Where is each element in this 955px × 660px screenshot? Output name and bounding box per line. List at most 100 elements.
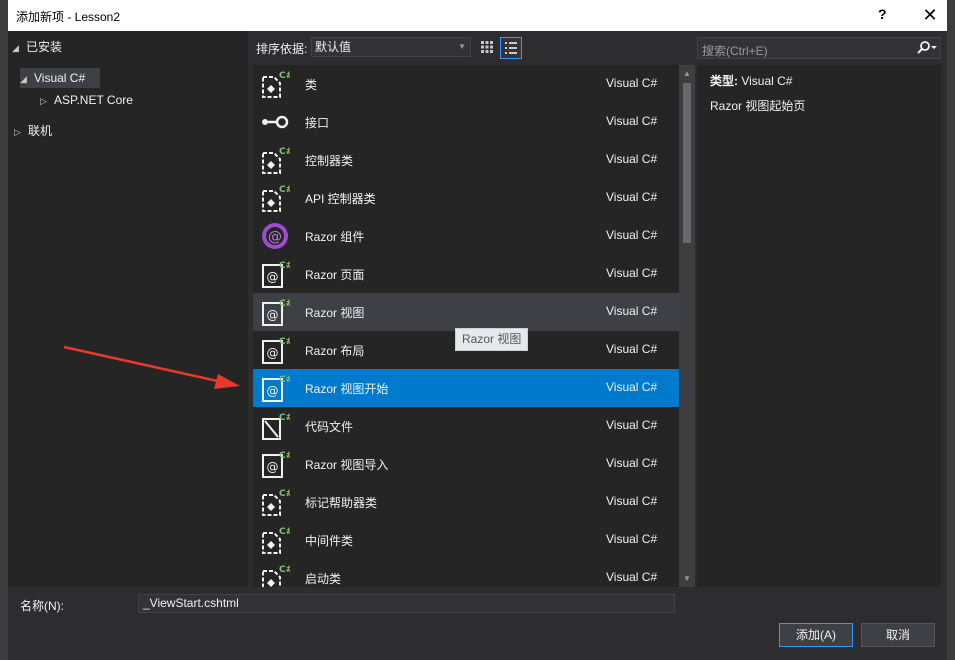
template-item-name: Razor 视图开始 bbox=[305, 382, 389, 396]
cancel-button[interactable]: 取消 bbox=[861, 623, 935, 647]
svg-text:@: @ bbox=[268, 229, 282, 245]
svg-text:@: @ bbox=[267, 270, 279, 284]
template-item-name: Razor 组件 bbox=[305, 230, 365, 244]
razor-page-icon: @C# bbox=[260, 373, 293, 403]
template-item-name: Razor 页面 bbox=[305, 268, 365, 282]
svg-text:@: @ bbox=[267, 308, 279, 322]
scroll-down-icon[interactable]: ▼ bbox=[682, 574, 692, 583]
tree-item-visual-csharp[interactable]: ◢ Visual C# bbox=[20, 68, 100, 88]
help-button[interactable]: ? bbox=[878, 6, 887, 22]
template-item-8[interactable]: @C# Razor 视图开始 Visual C# bbox=[253, 369, 679, 407]
search-box[interactable]: 搜索(Ctrl+E) bbox=[697, 37, 941, 59]
sort-dropdown[interactable]: 默认值 ▼ bbox=[311, 37, 471, 57]
list-scrollbar[interactable]: ▲ ▼ bbox=[679, 65, 695, 587]
grid-icon bbox=[481, 41, 493, 53]
svg-text:C#: C# bbox=[279, 261, 290, 271]
search-icon[interactable] bbox=[916, 39, 940, 57]
class-icon: C# bbox=[260, 145, 293, 175]
scroll-up-icon[interactable]: ▲ bbox=[682, 69, 692, 78]
tree-item-label: ASP.NET Core bbox=[54, 93, 133, 107]
template-item-language: Visual C# bbox=[606, 380, 658, 394]
category-tree: ◢ 已安装 ◢ Visual C# ▷ ASP.NET Core ▷ 联机 bbox=[8, 31, 248, 587]
item-description: Razor 视图起始页 bbox=[710, 99, 806, 113]
class-icon: C# bbox=[260, 525, 293, 555]
list-icon bbox=[505, 42, 517, 54]
template-item-name: 类 bbox=[305, 78, 318, 92]
class-icon: C# bbox=[260, 563, 293, 587]
svg-text:C#: C# bbox=[279, 147, 290, 157]
template-item-1[interactable]: 接口 Visual C# bbox=[253, 103, 679, 141]
tree-item-label: 已安装 bbox=[26, 40, 63, 54]
search-placeholder: 搜索(Ctrl+E) bbox=[702, 44, 768, 58]
template-item-language: Visual C# bbox=[606, 76, 658, 90]
tree-item-label: Visual C# bbox=[34, 71, 86, 85]
tree-item-aspnet-core[interactable]: ▷ ASP.NET Core bbox=[40, 90, 133, 110]
template-item-name: 控制器类 bbox=[305, 154, 354, 168]
svg-text:C#: C# bbox=[279, 527, 290, 537]
svg-text:C#: C# bbox=[279, 337, 290, 347]
small-icons-view-button[interactable] bbox=[476, 37, 498, 59]
template-item-0[interactable]: C# 类 Visual C# bbox=[253, 65, 679, 103]
template-item-4[interactable]: @ Razor 组件 Visual C# bbox=[253, 217, 679, 255]
template-item-name: 代码文件 bbox=[305, 420, 354, 434]
svg-text:C#: C# bbox=[279, 71, 290, 81]
item-tooltip: Razor 视图 bbox=[455, 328, 529, 351]
tree-item-installed[interactable]: ◢ 已安装 bbox=[12, 37, 62, 57]
interface-icon bbox=[260, 107, 290, 137]
window-title: 添加新项 - Lesson2 bbox=[16, 10, 121, 24]
template-item-13[interactable]: C# 启动类 Visual C# bbox=[253, 559, 679, 587]
svg-text:C#: C# bbox=[279, 185, 290, 195]
template-item-3[interactable]: C# API 控制器类 Visual C# bbox=[253, 179, 679, 217]
template-item-10[interactable]: @C# Razor 视图导入 Visual C# bbox=[253, 445, 679, 483]
class-icon: C# bbox=[260, 183, 293, 213]
template-item-6[interactable]: @C# Razor 视图 Visual C# bbox=[253, 293, 679, 331]
template-item-language: Visual C# bbox=[606, 570, 658, 584]
template-item-name: 中间件类 bbox=[305, 534, 354, 548]
background-strip-right bbox=[947, 0, 955, 660]
scrollbar-thumb[interactable] bbox=[683, 83, 691, 243]
template-item-2[interactable]: C# 控制器类 Visual C# bbox=[253, 141, 679, 179]
template-item-9[interactable]: C# 代码文件 Visual C# bbox=[253, 407, 679, 445]
details-panel: 类型: Visual C# Razor 视图起始页 bbox=[697, 65, 941, 587]
template-item-language: Visual C# bbox=[606, 114, 658, 128]
list-view-button[interactable] bbox=[500, 37, 522, 59]
svg-text:C#: C# bbox=[279, 299, 290, 309]
close-button[interactable]: ✕ bbox=[918, 3, 942, 27]
template-item-language: Visual C# bbox=[606, 152, 658, 166]
svg-text:C#: C# bbox=[279, 413, 290, 423]
svg-text:C#: C# bbox=[279, 375, 290, 385]
razor-page-icon: @C# bbox=[260, 259, 293, 289]
template-item-12[interactable]: C# 中间件类 Visual C# bbox=[253, 521, 679, 559]
template-item-language: Visual C# bbox=[606, 228, 658, 242]
svg-text:C#: C# bbox=[279, 489, 290, 499]
sort-value: 默认值 bbox=[315, 40, 352, 54]
template-item-name: 接口 bbox=[305, 116, 330, 130]
template-item-language: Visual C# bbox=[606, 418, 658, 432]
template-item-name: 启动类 bbox=[305, 572, 342, 586]
name-input[interactable]: _ViewStart.cshtml bbox=[138, 594, 675, 613]
razor-page-icon: @C# bbox=[260, 335, 293, 365]
code-file-icon: C# bbox=[260, 411, 293, 441]
template-item-name: Razor 布局 bbox=[305, 344, 365, 358]
tree-item-online[interactable]: ▷ 联机 bbox=[14, 121, 52, 141]
expand-triangle-icon[interactable]: ▷ bbox=[14, 122, 28, 142]
template-item-language: Visual C# bbox=[606, 266, 658, 280]
svg-text:@: @ bbox=[267, 346, 279, 360]
collapse-triangle-icon[interactable]: ◢ bbox=[20, 69, 34, 89]
template-item-name: 标记帮助器类 bbox=[305, 496, 378, 510]
name-label: 名称(N): bbox=[20, 599, 64, 613]
collapse-triangle-icon[interactable]: ◢ bbox=[12, 38, 26, 58]
tree-item-label: 联机 bbox=[28, 124, 53, 138]
template-item-language: Visual C# bbox=[606, 190, 658, 204]
template-item-5[interactable]: @C# Razor 页面 Visual C# bbox=[253, 255, 679, 293]
template-item-language: Visual C# bbox=[606, 456, 658, 470]
razor-component-icon: @ bbox=[260, 221, 290, 251]
template-item-11[interactable]: C# 标记帮助器类 Visual C# bbox=[253, 483, 679, 521]
svg-text:C#: C# bbox=[279, 565, 290, 575]
expand-triangle-icon[interactable]: ▷ bbox=[40, 91, 54, 111]
add-button[interactable]: 添加(A) bbox=[779, 623, 853, 647]
chevron-down-icon: ▼ bbox=[458, 42, 466, 51]
type-label: 类型: bbox=[710, 74, 738, 88]
template-item-name: API 控制器类 bbox=[305, 192, 376, 206]
template-item-language: Visual C# bbox=[606, 304, 658, 318]
